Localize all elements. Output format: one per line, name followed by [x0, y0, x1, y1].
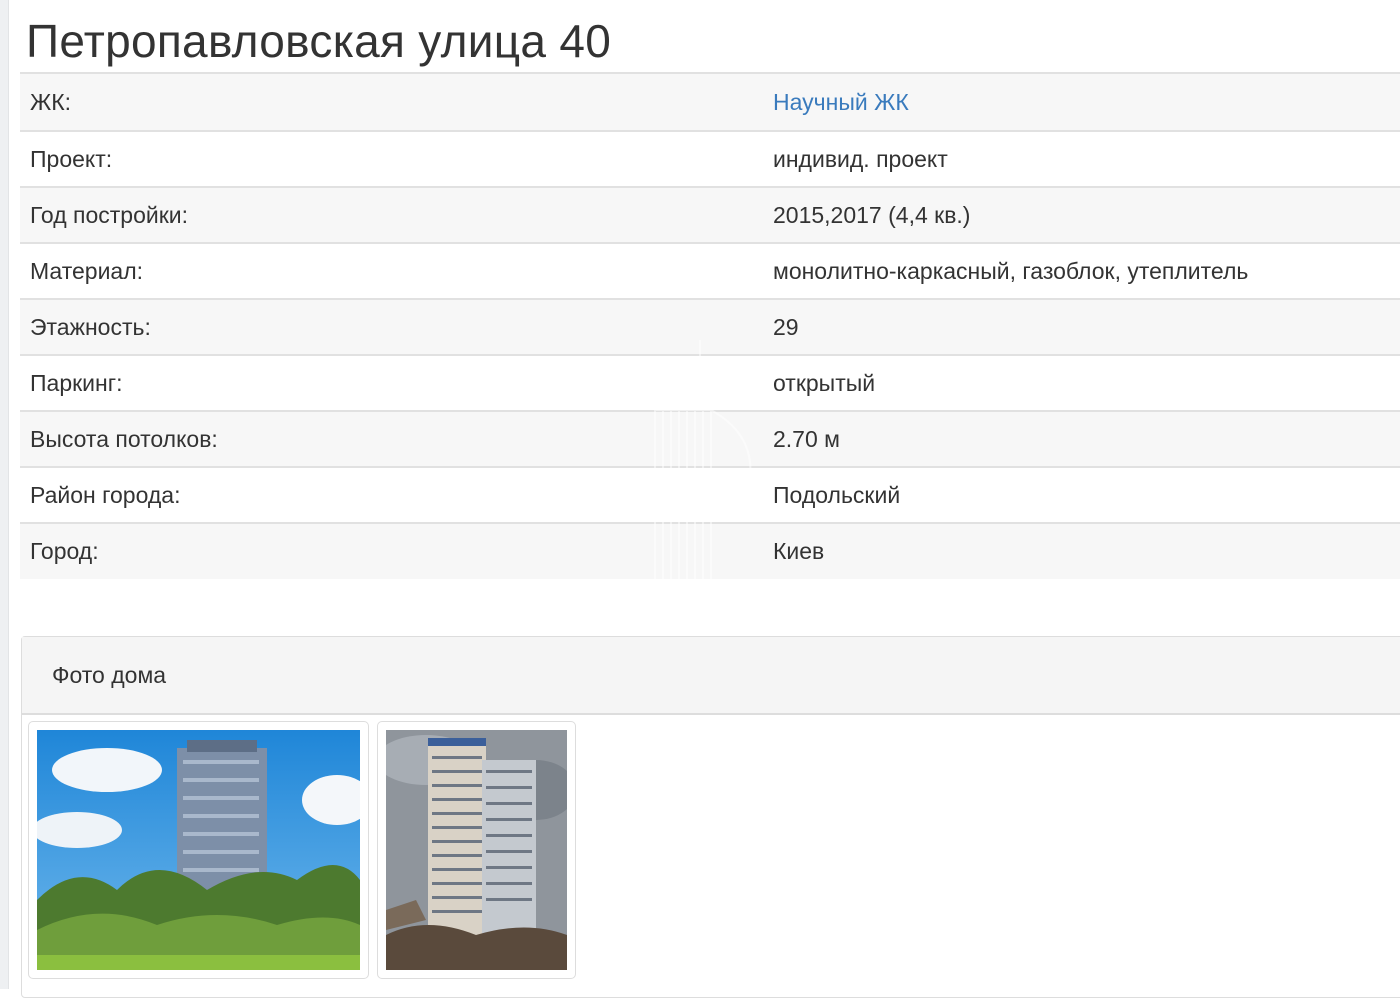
details-value: Научный ЖК	[763, 72, 1400, 131]
building-details-table: ЖК: Научный ЖК Проект: индивид. проект Г…	[20, 72, 1400, 579]
details-value: открытый	[763, 354, 1400, 411]
details-label: ЖК:	[20, 72, 763, 131]
page-title: Петропавловская улица 40	[26, 15, 612, 67]
details-row-ceiling-height: Высота потолков: 2.70 м	[20, 410, 1400, 467]
details-label: Материал:	[20, 242, 763, 299]
details-row-city: Город: Киев	[20, 522, 1400, 579]
details-row-parking: Паркинг: открытый	[20, 354, 1400, 411]
residential-complex-link[interactable]: Научный ЖК	[773, 89, 909, 115]
details-value: 2015,2017 (4,4 кв.)	[763, 186, 1400, 243]
details-label: Высота потолков:	[20, 410, 763, 467]
building-photo-icon	[386, 730, 567, 970]
details-row-district: Район города: Подольский	[20, 466, 1400, 523]
house-photo-thumbnail-2[interactable]	[377, 721, 576, 979]
details-value: Подольский	[763, 466, 1400, 523]
details-value: 2.70 м	[763, 410, 1400, 467]
details-row-year: Год постройки: 2015,2017 (4,4 кв.)	[20, 186, 1400, 243]
details-label: Город:	[20, 522, 763, 579]
building-photo-icon	[37, 730, 360, 970]
details-label: Паркинг:	[20, 354, 763, 411]
details-row-floors: Этажность: 29	[20, 298, 1400, 355]
details-label: Проект:	[20, 130, 763, 187]
details-value: 29	[763, 298, 1400, 355]
details-value: индивид. проект	[763, 130, 1400, 187]
details-label: Этажность:	[20, 298, 763, 355]
details-label: Год постройки:	[20, 186, 763, 243]
details-value: Киев	[763, 522, 1400, 579]
details-row-project: Проект: индивид. проект	[20, 130, 1400, 187]
details-label: Район города:	[20, 466, 763, 523]
house-photos-panel: Фото дома	[21, 636, 1400, 998]
details-row-material: Материал: монолитно-каркасный, газоблок,…	[20, 242, 1400, 299]
house-photo-thumbnail-1[interactable]	[28, 721, 369, 979]
panel-heading: Фото дома	[22, 637, 1400, 715]
details-row-complex: ЖК: Научный ЖК	[20, 72, 1400, 131]
details-value: монолитно-каркасный, газоблок, утеплител…	[763, 242, 1400, 299]
page-left-edge	[0, 0, 9, 989]
